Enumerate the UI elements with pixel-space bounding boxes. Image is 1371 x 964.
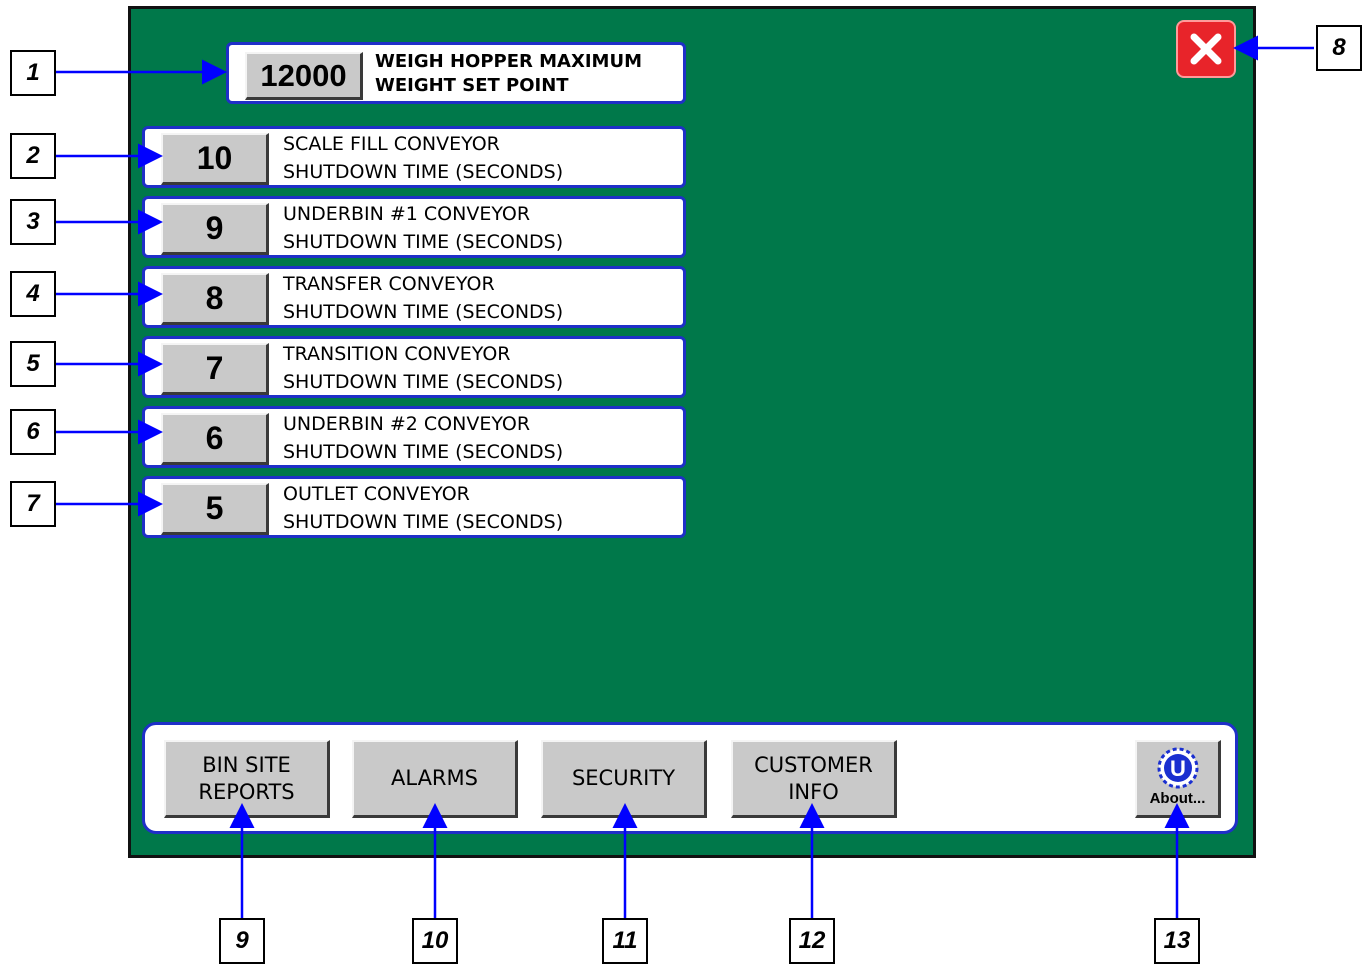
callout-1: 1 bbox=[10, 50, 56, 96]
callout-11: 11 bbox=[602, 918, 648, 964]
callout-7: 7 bbox=[10, 481, 56, 527]
callout-13: 13 bbox=[1154, 918, 1200, 964]
callout-2: 2 bbox=[10, 133, 56, 179]
callout-3: 3 bbox=[10, 199, 56, 245]
callout-6: 6 bbox=[10, 409, 56, 455]
callout-4: 4 bbox=[10, 271, 56, 317]
callout-5: 5 bbox=[10, 341, 56, 387]
callout-9: 9 bbox=[219, 918, 265, 964]
callout-8: 8 bbox=[1316, 25, 1362, 71]
callout-12: 12 bbox=[789, 918, 835, 964]
callout-10: 10 bbox=[412, 918, 458, 964]
callout-arrows bbox=[56, 35, 1314, 918]
